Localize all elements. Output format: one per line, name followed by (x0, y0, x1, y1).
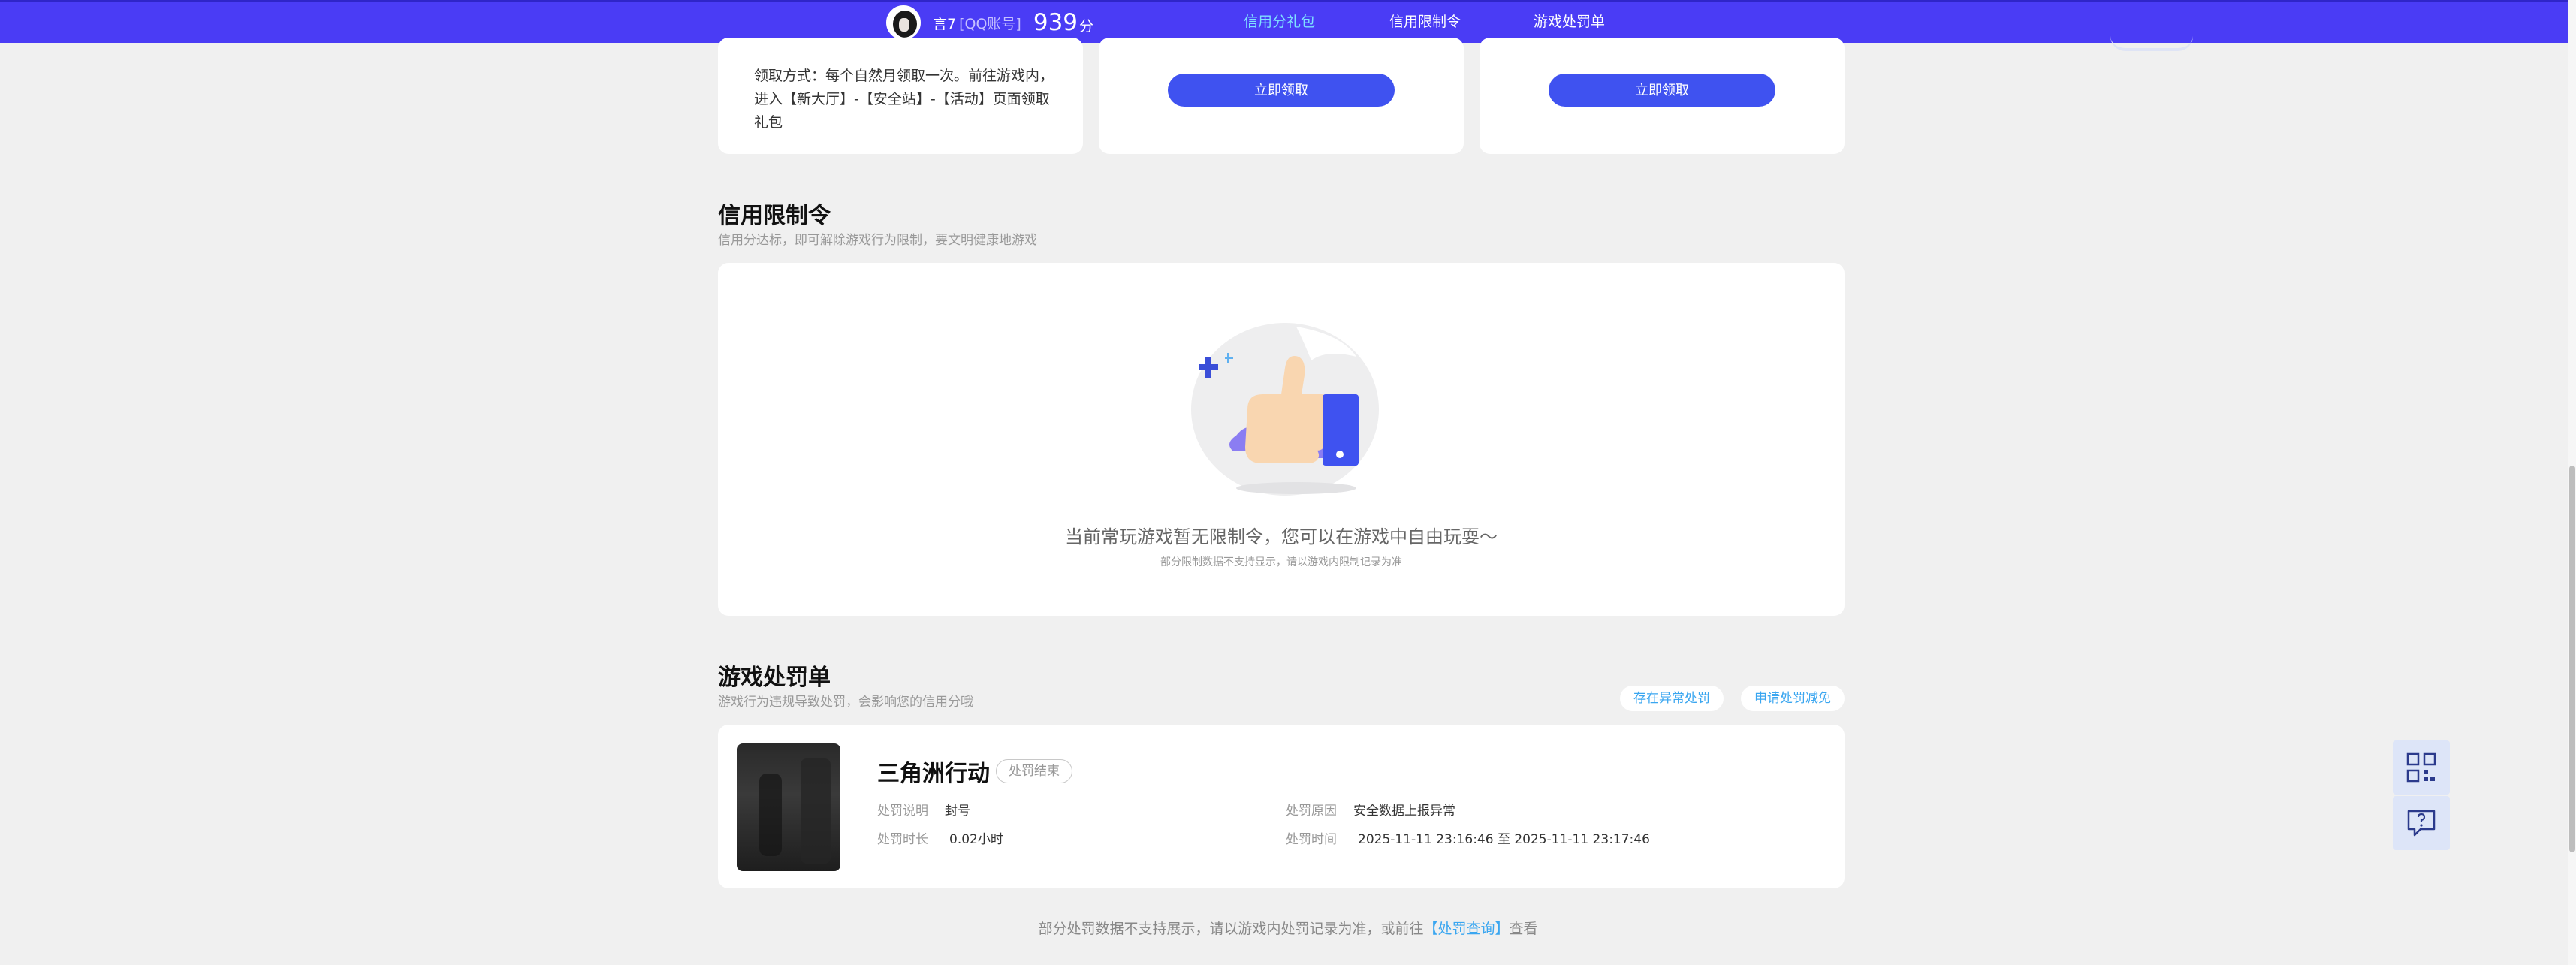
user-info: 言7 [QQ账号] 939 分 (886, 5, 1093, 40)
scrollbar-thumb[interactable] (2569, 466, 2575, 852)
thumbs-up-illustration (1191, 323, 1379, 496)
qr-code-icon (2406, 752, 2436, 783)
status-badge: 处罚结束 (996, 759, 1072, 783)
empty-state-title: 当前常玩游戏暂无限制令，您可以在游戏中自由玩耍～ (1065, 526, 1498, 547)
game-name: 三角洲行动 (877, 761, 990, 787)
claim-button[interactable]: 立即领取 (1549, 74, 1775, 107)
avatar[interactable] (886, 5, 921, 40)
abnormal-penalty-button[interactable]: 存在异常处罚 (1620, 686, 1724, 711)
qr-code-button[interactable] (2393, 740, 2450, 795)
feedback-icon (2407, 810, 2436, 837)
penalty-duration-value: 0.02小时 (949, 832, 1003, 847)
restriction-section-title: 信用限制令 (718, 203, 831, 229)
penalty-reason-label: 处罚原因 (1286, 804, 1337, 819)
claim-button[interactable]: 立即领取 (1168, 74, 1395, 107)
decorative-arc (2110, 36, 2193, 51)
gift-card-2: 立即领取 (1099, 38, 1464, 154)
penalty-reason-value: 安全数据上报异常 (1353, 804, 1455, 819)
restriction-section-subtitle: 信用分达标，即可解除游戏行为限制，要文明健康地游戏 (718, 233, 1037, 248)
game-thumbnail (737, 743, 840, 871)
penalty-time-value: 2025-11-11 23:16:46 至 2025-11-11 23:17:4… (1358, 832, 1650, 847)
penalty-item-card: 三角洲行动 处罚结束 处罚说明 封号 处罚时长 0.02小时 处罚原因 安全数据… (718, 725, 1845, 888)
gift-card-1: 领取方式：每个自然月领取一次。前往游戏内，进入【新大厅】-【安全站】-【活动】页… (718, 38, 1083, 154)
restriction-empty-card: 当前常玩游戏暂无限制令，您可以在游戏中自由玩耍～ 部分限制数据不支持显示，请以游… (718, 263, 1845, 616)
footer-note-suffix: 查看 (1509, 921, 1538, 937)
penalty-query-link[interactable]: 【处罚查询】 (1423, 921, 1509, 937)
penalty-section-subtitle: 游戏行为违规导致处罚，会影响您的信用分哦 (718, 695, 973, 710)
credit-score: 939 (1033, 9, 1078, 36)
apply-penalty-reduction-button[interactable]: 申请处罚减免 (1741, 686, 1845, 711)
footer-note-text: 部分处罚数据不支持展示，请以游戏内处罚记录为准，或前往 (1038, 921, 1424, 937)
claim-method-text: 领取方式：每个自然月领取一次。前往游戏内，进入【新大厅】-【安全站】-【活动】页… (754, 68, 1054, 131)
penalty-section-title: 游戏处罚单 (718, 665, 831, 691)
penalty-desc-value: 封号 (945, 804, 970, 819)
footer-note: 部分处罚数据不支持展示，请以游戏内处罚记录为准，或前往【处罚查询】查看 (0, 918, 2576, 938)
user-name: 言7 (933, 15, 957, 32)
penalty-duration-label: 处罚时长 (877, 832, 928, 847)
account-type: [QQ账号] (959, 15, 1021, 32)
credit-score-unit: 分 (1079, 17, 1094, 35)
feedback-button[interactable] (2393, 796, 2450, 850)
empty-state-subtitle: 部分限制数据不支持显示，请以游戏内限制记录为准 (1160, 556, 1402, 568)
penalty-desc-label: 处罚说明 (877, 804, 928, 819)
penalty-time-label: 处罚时间 (1286, 832, 1337, 847)
gift-card-3: 立即领取 (1480, 38, 1845, 154)
